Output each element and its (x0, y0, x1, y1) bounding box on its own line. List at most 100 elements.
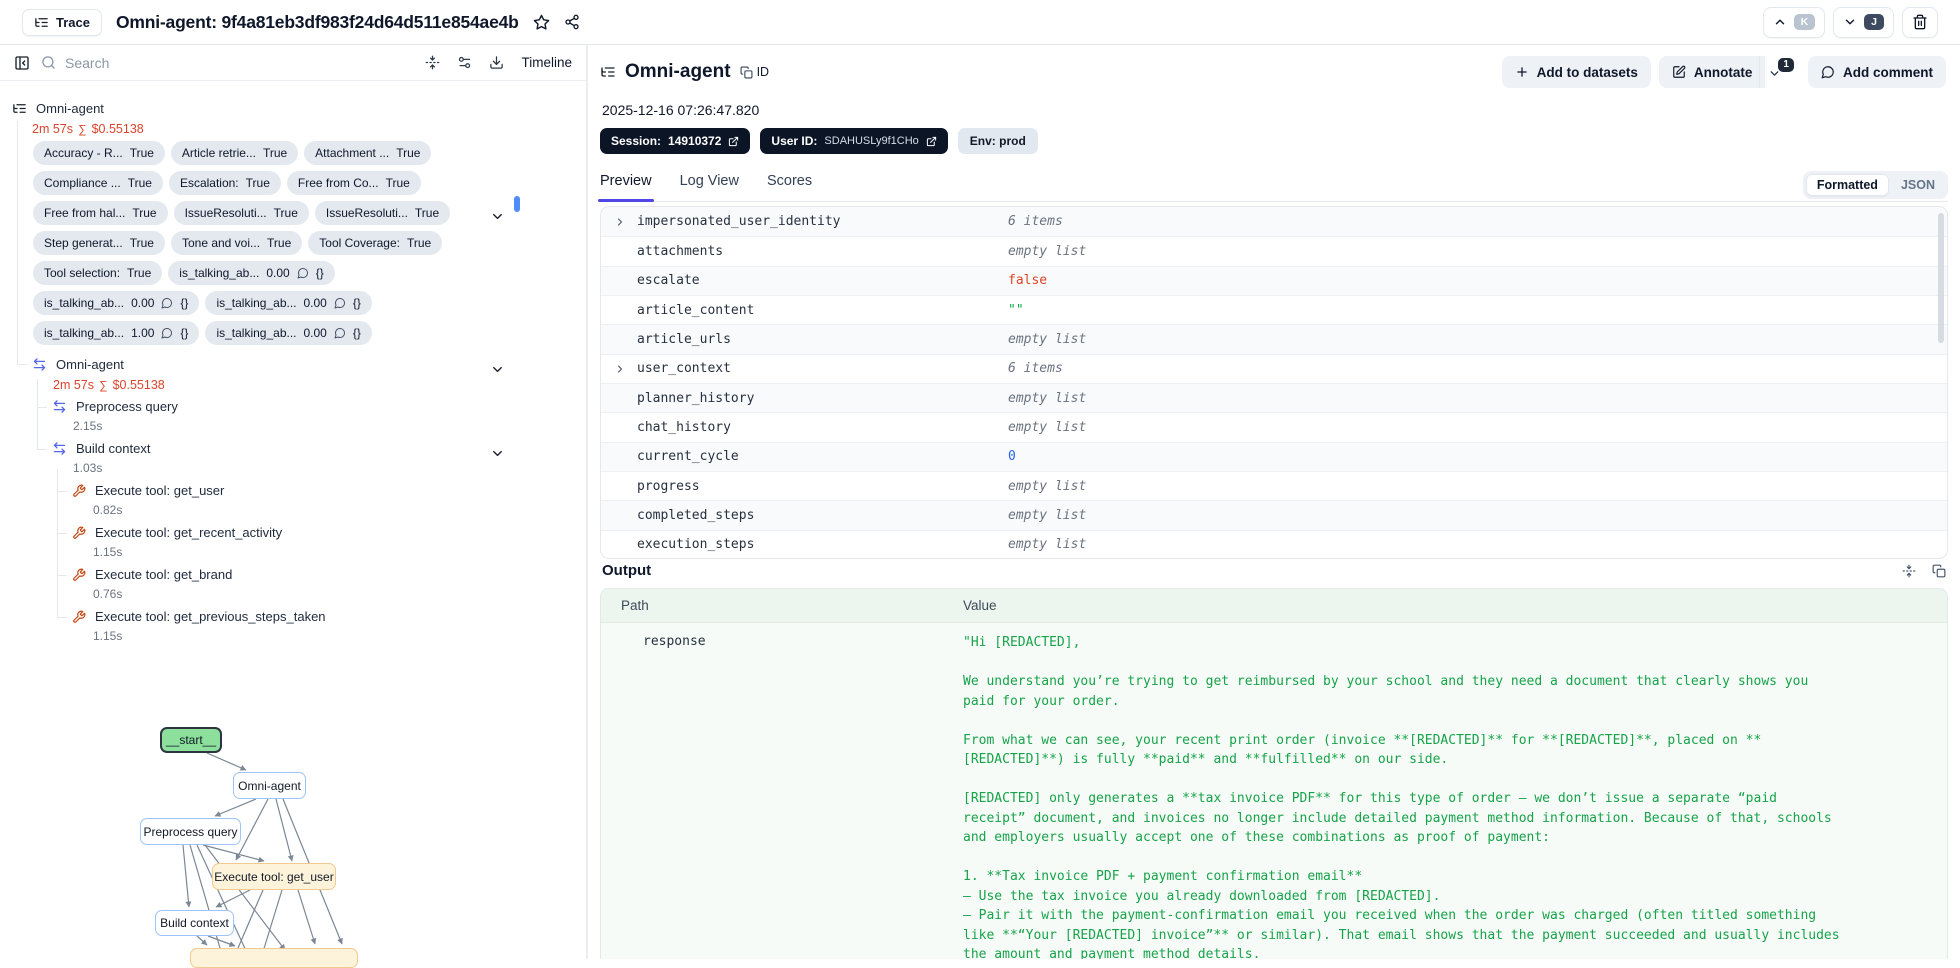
graph-node-partial[interactable] (190, 948, 358, 968)
json-value: 0 (1008, 449, 1947, 464)
tree-node-duration: 2.15s (73, 419, 102, 433)
score-badge[interactable]: Article retrie...True (171, 141, 298, 165)
collapse-chevron-icon[interactable] (490, 209, 505, 224)
next-trace-button[interactable]: J (1833, 7, 1894, 38)
collapse-chevron-icon[interactable] (490, 446, 505, 461)
user-id-badge[interactable]: User ID: SDAHUSLy9f1CHo (760, 128, 947, 154)
trace-detail-panel: Omni-agent ID Add to datasets Annotate (590, 45, 1960, 959)
score-badge[interactable]: Attachment ...True (304, 141, 431, 165)
expand-chevron-icon[interactable] (614, 216, 627, 228)
score-badge[interactable]: IssueResoluti...True (174, 201, 309, 225)
tree-node-span[interactable]: Preprocess query (52, 399, 178, 414)
score-badge[interactable]: is_talking_ab...0.00{} (33, 291, 199, 315)
json-value: 6 items (1008, 214, 1947, 229)
tree-scrollbar-thumb[interactable] (514, 196, 520, 212)
tree-node-span[interactable]: Build context (52, 441, 150, 456)
tree-guide-elbow (17, 364, 27, 365)
edit-pencil-icon (1672, 65, 1686, 79)
expand-chevron-icon[interactable] (614, 363, 627, 375)
table-scrollbar-thumb[interactable] (1938, 213, 1944, 343)
tree-node-tool[interactable]: Execute tool: get_brand (72, 567, 232, 582)
search-box (41, 55, 414, 71)
agent-graph: __start__ Omni-agent Preprocess query Ex… (0, 700, 588, 960)
tree-node-label: Execute tool: get_user (95, 483, 224, 498)
copy-icon[interactable] (1932, 564, 1946, 578)
delete-trace-button[interactable] (1902, 7, 1938, 38)
score-badge[interactable]: Step generat...True (33, 231, 165, 255)
tree-node-label: Omni-agent (36, 101, 104, 116)
bookmark-star-icon[interactable] (533, 14, 550, 31)
tree-node-label: Execute tool: get_previous_steps_taken (95, 609, 326, 624)
external-link-icon (728, 136, 739, 147)
add-comment-button[interactable]: Add comment (1808, 56, 1946, 88)
score-badge[interactable]: Free from Co...True (287, 171, 421, 195)
score-badge[interactable]: is_talking_ab...0.00{} (205, 321, 371, 345)
tab-log-view[interactable]: Log View (680, 168, 739, 201)
tree-node-metrics: 2m 57s ∑ $0.55138 (32, 122, 144, 136)
score-badge[interactable]: Free from hal...True (33, 201, 168, 225)
tree-node-tool[interactable]: Execute tool: get_recent_activity (72, 525, 282, 540)
wrench-icon (72, 484, 86, 498)
wrench-icon (72, 526, 86, 540)
tab-scores[interactable]: Scores (767, 168, 812, 201)
fold-vertical-icon[interactable] (1902, 564, 1916, 578)
json-row[interactable]: impersonated_user_identity 6 items (601, 207, 1947, 236)
score-badge[interactable]: is_talking_ab...0.00{} (168, 261, 334, 285)
timeline-toggle[interactable]: Timeline (521, 55, 572, 70)
detail-tabs: Preview Log View Scores Formatted JSON (600, 168, 1948, 202)
span-tree: Omni-agent 2m 57s ∑ $0.55138 Accuracy - … (0, 81, 586, 647)
json-value: empty list (1008, 508, 1947, 523)
score-badge[interactable]: IssueResoluti...True (315, 201, 450, 225)
settings-icon[interactable] (457, 55, 472, 70)
tree-node-root[interactable]: Omni-agent (12, 101, 104, 116)
collapse-chevron-icon[interactable] (490, 362, 505, 377)
tree-guide-elbow (57, 575, 67, 576)
json-row[interactable]: user_context 6 items (601, 354, 1947, 383)
score-badge[interactable]: Compliance ...True (33, 171, 163, 195)
add-to-datasets-button[interactable]: Add to datasets (1502, 56, 1651, 88)
tree-node-tool[interactable]: Execute tool: get_user (72, 483, 224, 498)
prev-trace-button[interactable]: K (1763, 7, 1826, 38)
comment-bubble-icon (1821, 65, 1835, 79)
copy-id-button[interactable]: ID (740, 65, 770, 79)
graph-node-execute-tool-get-user[interactable]: Execute tool: get_user (212, 863, 336, 890)
output-table-header: Path Value (601, 589, 1947, 623)
json-row: completed_steps empty list (601, 500, 1947, 529)
share-icon[interactable] (564, 14, 580, 30)
trace-type-label: Trace (56, 15, 90, 30)
collapse-panel-icon[interactable] (14, 55, 30, 71)
annotation-count-badge: 1 (1778, 58, 1794, 72)
json-row: planner_history empty list (601, 383, 1947, 412)
topbar-actions: K J (1763, 7, 1938, 38)
annotate-dropdown-button[interactable]: 1 (1759, 56, 1800, 88)
annotate-button[interactable]: Annotate (1659, 56, 1766, 88)
score-badge[interactable]: Escalation:True (169, 171, 281, 195)
json-row: current_cycle 0 (601, 442, 1947, 471)
preview-content: impersonated_user_identity 6 items attac… (600, 202, 1948, 959)
json-key: chat_history (637, 420, 731, 435)
format-option-formatted[interactable]: Formatted (1806, 174, 1889, 196)
tree-node-tool[interactable]: Execute tool: get_previous_steps_taken (72, 609, 326, 624)
tree-guide-elbow (57, 491, 67, 492)
graph-node-build-context[interactable]: Build context (155, 910, 234, 936)
search-input[interactable] (65, 55, 414, 71)
fold-vertical-icon[interactable] (425, 55, 440, 70)
score-badge[interactable]: Tool selection:True (33, 261, 162, 285)
json-value: empty list (1008, 420, 1947, 435)
score-badge[interactable]: Tool Coverage:True (308, 231, 442, 255)
list-tree-icon (34, 15, 49, 30)
tree-node-agent[interactable]: Omni-agent (32, 357, 124, 372)
tab-preview[interactable]: Preview (600, 168, 652, 201)
score-badge[interactable]: is_talking_ab...1.00{} (33, 321, 199, 345)
session-badge[interactable]: Session: 14910372 (600, 128, 750, 154)
score-badge[interactable]: Tone and voi...True (171, 231, 302, 255)
graph-node-start[interactable]: __start__ (160, 727, 222, 753)
trace-title: Omni-agent: 9f4a81eb3df983f24d64d511e854… (116, 12, 519, 33)
download-icon[interactable] (489, 55, 504, 70)
graph-node-omni-agent[interactable]: Omni-agent (233, 772, 306, 799)
graph-node-preprocess-query[interactable]: Preprocess query (140, 818, 241, 845)
json-row: execution_steps empty list (601, 530, 1947, 559)
score-badge[interactable]: Accuracy - R...True (33, 141, 165, 165)
score-badge[interactable]: is_talking_ab...0.00{} (205, 291, 371, 315)
format-option-json[interactable]: JSON (1891, 175, 1945, 195)
